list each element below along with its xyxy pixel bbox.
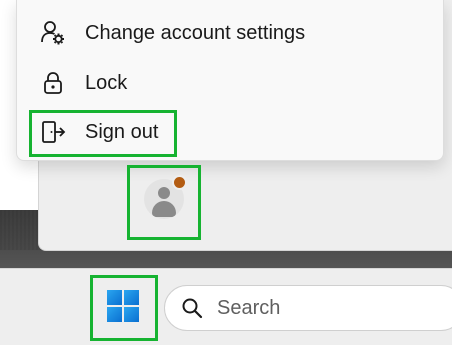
change-account-settings-label: Change account settings [85, 21, 306, 44]
sign-out-item[interactable]: Sign out [31, 111, 411, 153]
status-dot [172, 175, 187, 190]
sign-out-label: Sign out [85, 120, 159, 143]
lock-label: Lock [85, 71, 128, 94]
account-settings-icon [39, 19, 67, 47]
sign-out-icon [39, 118, 67, 146]
search-icon [181, 297, 203, 319]
change-account-settings-item[interactable]: Change account settings [31, 12, 411, 54]
lock-icon [39, 69, 67, 97]
windows-logo-icon [106, 289, 140, 328]
taskbar-search-box[interactable]: Search [164, 285, 452, 331]
account-flyout: Change account settings Lock Sign out [16, 0, 444, 161]
search-placeholder: Search [217, 296, 281, 319]
lock-item[interactable]: Lock [31, 62, 411, 104]
start-button[interactable] [98, 283, 148, 333]
